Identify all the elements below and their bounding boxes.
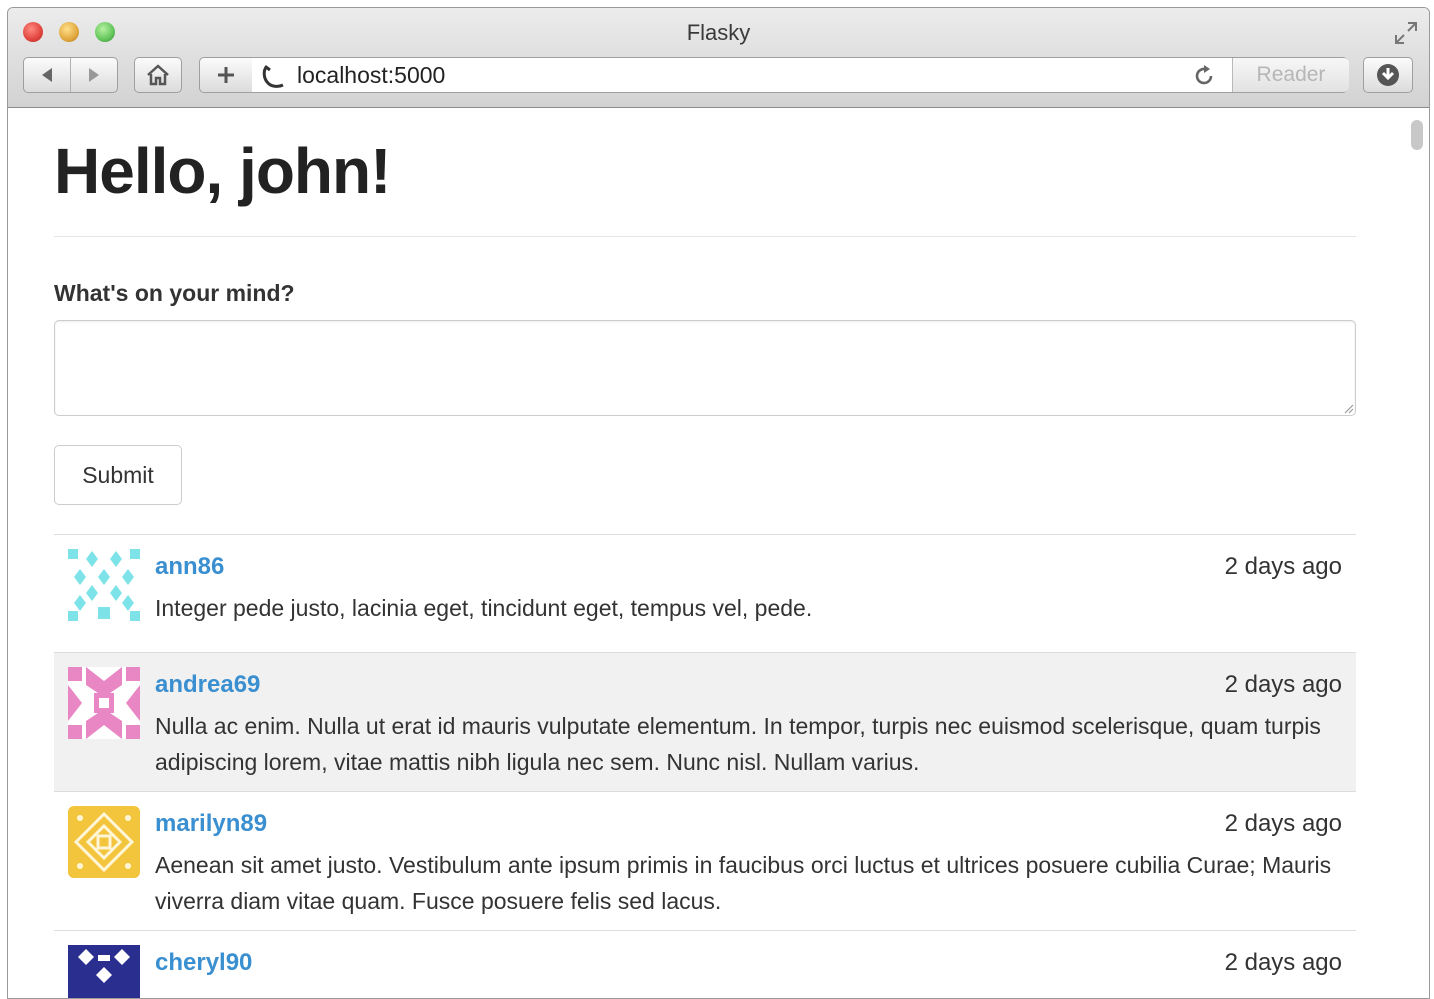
post-body: Integer pede justo, lacinia eget, tincid… xyxy=(155,595,813,621)
post-author-link[interactable]: ann86 xyxy=(155,553,224,581)
post-date: 2 days ago xyxy=(1224,671,1342,698)
reader-button[interactable]: Reader xyxy=(1232,58,1349,92)
post-item: andrea69 2 days ago Nulla ac enim. Nulla… xyxy=(54,652,1356,791)
page-title: Hello, john! xyxy=(54,135,391,207)
post-list: ann86 2 days ago Integer pede justo, lac… xyxy=(54,534,1356,999)
address-bar[interactable]: localhost:5000 Reader xyxy=(252,57,1349,93)
post-item: cheryl90 2 days ago xyxy=(54,930,1356,999)
post-body: Aenean sit amet justo. Vestibulum ante i… xyxy=(155,852,1332,914)
connection-icon xyxy=(262,64,284,88)
divider xyxy=(54,236,1356,237)
post-item: marilyn89 2 days ago Aenean sit amet jus… xyxy=(54,791,1356,930)
avatar[interactable] xyxy=(68,806,140,878)
window-title: Flasky xyxy=(686,20,751,45)
post-body-textarea[interactable] xyxy=(54,320,1356,416)
browser-toolbar: Flasky localhost:5000 Reader xyxy=(8,8,1429,108)
post-date: 2 days ago xyxy=(1224,949,1342,976)
avatar[interactable] xyxy=(68,945,140,999)
submit-button[interactable]: Submit xyxy=(54,445,182,505)
post-date: 2 days ago xyxy=(1224,810,1342,837)
forward-button[interactable] xyxy=(70,58,117,92)
post-author-link[interactable]: andrea69 xyxy=(155,671,260,699)
post-form-label: What's on your mind? xyxy=(54,280,295,306)
fullscreen-icon[interactable] xyxy=(1393,20,1419,46)
plus-icon xyxy=(218,67,234,83)
new-tab-button[interactable] xyxy=(199,57,253,93)
downloads-button[interactable] xyxy=(1363,57,1413,93)
back-arrow-icon xyxy=(42,68,52,82)
post-author-link[interactable]: cheryl90 xyxy=(155,949,252,977)
avatar[interactable] xyxy=(68,667,140,739)
forward-arrow-icon xyxy=(89,68,99,82)
post-item: ann86 2 days ago Integer pede justo, lac… xyxy=(54,534,1356,652)
home-icon xyxy=(147,64,169,86)
back-button[interactable] xyxy=(24,58,70,92)
reload-icon[interactable] xyxy=(1192,64,1216,88)
resize-grip-icon[interactable] xyxy=(1342,402,1354,414)
url-text[interactable]: localhost:5000 xyxy=(297,62,445,89)
download-icon xyxy=(1377,64,1399,86)
post-body: Nulla ac enim. Nulla ut erat id mauris v… xyxy=(155,713,1321,775)
vertical-scrollbar[interactable] xyxy=(1411,120,1423,150)
page-content: Hello, john! What's on your mind? Submit xyxy=(8,108,1429,998)
browser-window: Flasky localhost:5000 Reader Hello, john… xyxy=(7,7,1430,999)
home-button[interactable] xyxy=(134,57,182,93)
avatar[interactable] xyxy=(68,549,140,621)
back-forward-group xyxy=(23,57,118,93)
post-author-link[interactable]: marilyn89 xyxy=(155,810,267,838)
post-date: 2 days ago xyxy=(1224,553,1342,580)
